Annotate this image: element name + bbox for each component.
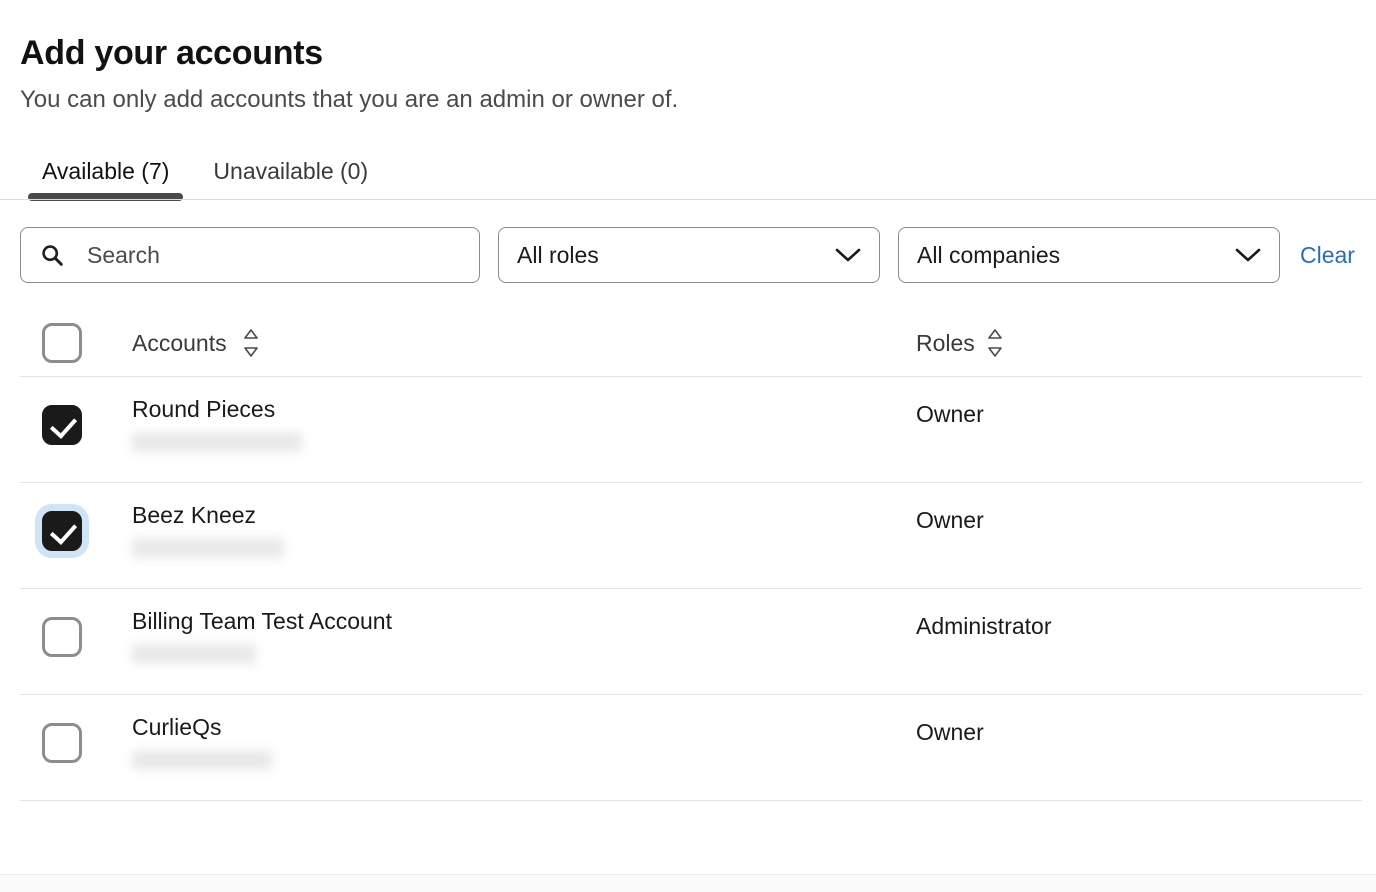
role-cell: Administrator [916,589,1376,640]
table-row[interactable]: Beez KneezOwner [0,483,1376,589]
search-field[interactable] [20,227,480,283]
accounts-table: Accounts Roles Round P [0,309,1376,801]
search-input[interactable] [21,228,479,282]
page-title: Add your accounts [20,34,1376,73]
sort-updown-icon[interactable] [243,328,259,358]
page-header: Add your accounts You can only add accou… [0,0,1376,115]
clear-filters-link[interactable]: Clear [1300,242,1355,269]
tab-available-label: Available (7) [42,158,169,184]
page-subtitle: You can only add accounts that you are a… [20,85,1376,115]
row-checkbox[interactable] [42,511,82,551]
role-cell: Owner [916,377,1376,428]
tab-available[interactable]: Available (7) [20,160,191,201]
table-bottom-band [0,874,1376,892]
account-cell: CurlieQs [132,695,916,770]
select-all-checkbox[interactable] [42,323,82,363]
accounts-column-label: Accounts [132,330,227,357]
account-cell: Round Pieces [132,377,916,452]
row-checkbox-cell [20,589,132,657]
roles-column-header[interactable]: Roles [916,328,1376,358]
account-name: Billing Team Test Account [132,609,916,634]
sort-updown-icon[interactable] [987,328,1003,358]
tabs-container: Available (7) Unavailable (0) [0,141,1376,201]
table-row[interactable]: Round PiecesOwner [0,377,1376,483]
companies-select-value: All companies [917,242,1060,269]
companies-select[interactable]: All companies [898,227,1280,283]
table-row[interactable]: CurlieQsOwner [0,695,1376,801]
select-all-cell [20,323,132,363]
tabs-divider [0,199,1376,200]
tab-list: Available (7) Unavailable (0) [0,141,1376,201]
table-header-row: Accounts Roles [0,309,1376,377]
row-checkbox[interactable] [42,405,82,445]
row-checkbox[interactable] [42,617,82,657]
chevron-down-icon [1235,247,1261,263]
role-cell: Owner [916,483,1376,534]
row-checkbox-cell [20,695,132,763]
chevron-down-icon [835,247,861,263]
roles-column-label: Roles [916,330,975,357]
account-name: Beez Kneez [132,503,916,528]
table-body: Round PiecesOwnerBeez KneezOwnerBilling … [0,377,1376,801]
accounts-column-header[interactable]: Accounts [132,328,916,358]
role-value: Owner [916,719,1376,746]
role-value: Owner [916,401,1376,428]
tab-unavailable[interactable]: Unavailable (0) [191,160,390,201]
role-cell: Owner [916,695,1376,746]
account-name: CurlieQs [132,715,916,740]
table-row[interactable]: Billing Team Test AccountAdministrator [0,589,1376,695]
row-checkbox-cell [20,483,132,551]
add-accounts-page: Add your accounts You can only add accou… [0,0,1376,892]
search-icon [41,244,63,266]
row-divider [20,800,1362,801]
redacted-account-detail [132,538,284,558]
redacted-account-detail [132,432,302,452]
row-checkbox-cell [20,377,132,445]
row-checkbox[interactable] [42,723,82,763]
filter-bar: All roles All companies Clear [0,201,1376,283]
tab-unavailable-label: Unavailable (0) [213,158,368,184]
role-value: Owner [916,507,1376,534]
account-cell: Billing Team Test Account [132,589,916,664]
account-name: Round Pieces [132,397,916,422]
role-value: Administrator [916,613,1376,640]
redacted-account-detail [132,644,256,664]
redacted-account-detail [132,750,272,770]
account-cell: Beez Kneez [132,483,916,558]
roles-select-value: All roles [517,242,599,269]
roles-select[interactable]: All roles [498,227,880,283]
